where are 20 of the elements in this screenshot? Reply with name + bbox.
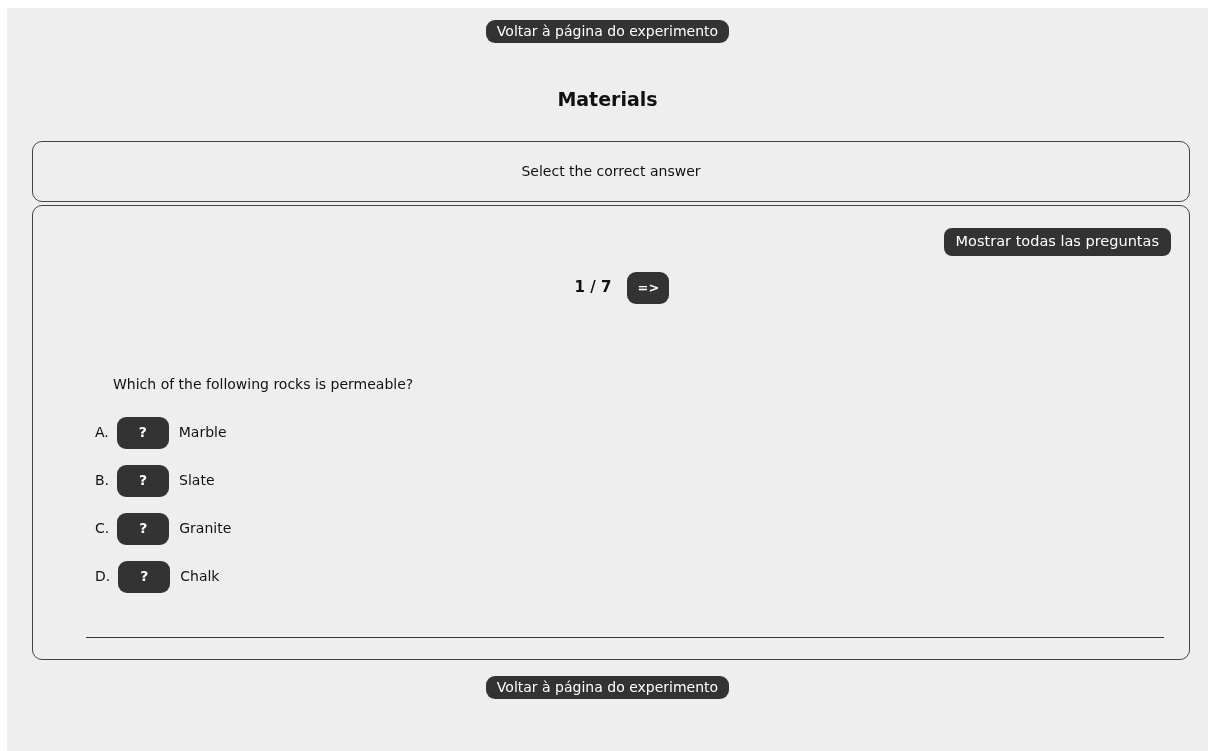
back-button[interactable]: Voltar à página do experimento [485, 676, 730, 700]
option-text: Slate [179, 471, 215, 491]
option-letter: C. [95, 519, 110, 539]
show-all-button[interactable]: Mostrar todas las preguntas [943, 228, 1171, 256]
question-counter: 1 / 7 [574, 277, 612, 299]
option-text: Granite [179, 519, 232, 539]
option-letter: D. [95, 567, 111, 587]
next-button[interactable]: => [627, 271, 670, 304]
option-text: Marble [178, 423, 227, 443]
option-letter: B. [95, 471, 110, 491]
reveal-button[interactable]: ? [118, 560, 171, 593]
reveal-button[interactable]: ? [117, 512, 170, 545]
instruction-text: Select the correct answer [521, 162, 701, 182]
back-button[interactable]: Voltar à página do experimento [485, 20, 730, 43]
option-text: Chalk [180, 567, 220, 587]
question-text: Which of the following rocks is permeable? [113, 374, 415, 394]
option-letter: A. [95, 423, 109, 443]
page-title: Materials [557, 87, 658, 110]
reveal-button[interactable]: ? [117, 464, 170, 497]
reveal-button[interactable]: ? [116, 416, 169, 449]
